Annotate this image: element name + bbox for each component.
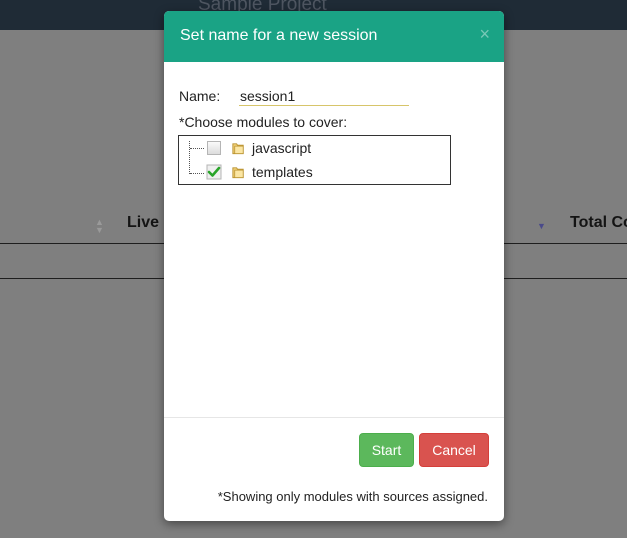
module-label: javascript [252, 140, 312, 156]
start-button[interactable]: Start [359, 433, 414, 467]
tree-connector [190, 148, 204, 149]
footer-note: *Showing only modules with sources assig… [217, 489, 488, 504]
dialog-header: Set name for a new session × [164, 11, 504, 62]
choose-modules-label: *Choose modules to cover: [179, 114, 348, 130]
folder-icon [232, 142, 244, 154]
module-tree: javascript templates [178, 135, 451, 185]
dialog-title: Set name for a new session [180, 27, 378, 44]
tree-connector [189, 141, 190, 174]
name-label: Name: [179, 88, 221, 104]
session-name-input[interactable] [239, 86, 409, 106]
tree-item-javascript[interactable]: javascript [207, 138, 311, 158]
column-header-total: Total Co [570, 214, 627, 231]
checkbox-unchecked-icon[interactable] [207, 141, 221, 155]
folder-icon [232, 166, 244, 178]
close-icon[interactable]: × [479, 25, 490, 43]
tree-item-templates[interactable]: templates [206, 162, 313, 182]
sort-icon: ▲ ▼ [95, 217, 104, 235]
column-header-live: Live [127, 214, 160, 231]
new-session-dialog: Set name for a new session × Name: *Choo… [164, 11, 504, 521]
module-label: templates [252, 164, 313, 180]
tree-connector [190, 173, 204, 174]
footer-divider [164, 417, 504, 418]
checkmark-icon [206, 164, 222, 180]
cancel-button[interactable]: Cancel [419, 433, 489, 467]
sort-desc-icon: ▼ [537, 221, 546, 231]
checkbox-checked-icon[interactable] [206, 164, 222, 180]
